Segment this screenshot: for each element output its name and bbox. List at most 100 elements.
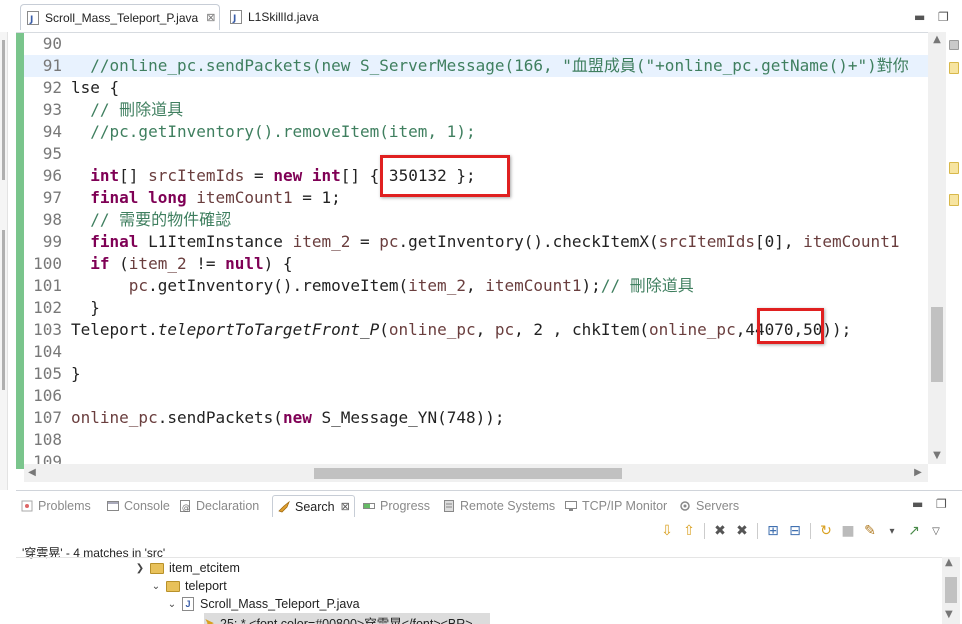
- editor-tab-bar: J Scroll_Mass_Teleport_P.java ⊠ J L1Skil…: [0, 0, 962, 32]
- scroll-down-arrow-icon[interactable]: ▼: [945, 609, 953, 620]
- annotation-box-chkitem-id: [757, 308, 824, 344]
- cancel-search-icon[interactable]: ■: [837, 521, 859, 541]
- tab-problems[interactable]: Problems: [20, 495, 91, 517]
- tab-search[interactable]: Search ⊠: [272, 495, 355, 517]
- overview-ruler: [946, 32, 962, 464]
- editor-tab-l1skillid[interactable]: J L1SkillId.java: [224, 4, 344, 30]
- chevron-down-icon[interactable]: ⌄: [166, 599, 178, 610]
- left-trim-marker: [2, 230, 5, 390]
- editor-tab-label: L1SkillId.java: [248, 10, 319, 24]
- editor-tab-label: Scroll_Mass_Teleport_P.java: [45, 10, 199, 25]
- scroll-right-arrow-icon[interactable]: ▶: [912, 467, 924, 478]
- svg-text:J: J: [232, 14, 236, 24]
- tree-item-java-file[interactable]: ⌄ J Scroll_Mass_Teleport_P.java: [166, 595, 360, 613]
- annotation-box-item-id: [380, 155, 510, 197]
- code-editor[interactable]: 90 91 //online_pc.sendPackets(new S_Serv…: [16, 32, 946, 469]
- chevron-right-icon[interactable]: ❯: [134, 563, 146, 574]
- folder-icon: [166, 580, 180, 592]
- collapse-all-icon[interactable]: ⊟: [784, 521, 806, 541]
- left-trim-marker: [2, 40, 5, 180]
- remove-all-matches-icon[interactable]: ✖: [731, 521, 753, 541]
- overview-marker[interactable]: [949, 194, 959, 206]
- java-file-icon: J: [27, 10, 39, 25]
- code-text-area[interactable]: 90 91 //online_pc.sendPackets(new S_Serv…: [24, 33, 930, 469]
- scroll-down-arrow-icon[interactable]: ▼: [931, 450, 943, 462]
- overview-marker[interactable]: [949, 62, 959, 74]
- svg-text:J: J: [29, 15, 33, 25]
- code-line: 98 // 需要的物件確認: [42, 210, 232, 229]
- bottom-views-panel: Problems Console @ Declaration Search ⊠ …: [16, 490, 962, 624]
- view-tab-bar: Problems Console @ Declaration Search ⊠ …: [16, 491, 962, 519]
- tree-item-match[interactable]: ➤ 25: * <font color=#00800>穿雲晃</font><BR…: [204, 613, 490, 624]
- toolbar-separator: [810, 523, 811, 539]
- code-line: 100 if (item_2 != null) {: [33, 254, 293, 273]
- overview-marker[interactable]: [949, 40, 959, 50]
- pin-view-icon[interactable]: ↗: [903, 521, 925, 541]
- tab-console[interactable]: Console: [106, 495, 170, 517]
- tab-remote-systems[interactable]: Remote Systems: [442, 495, 555, 517]
- code-line: 92 lse {: [42, 78, 120, 97]
- tcpip-monitor-icon: [564, 499, 578, 513]
- left-trim-strip: [0, 0, 8, 490]
- progress-icon: [362, 499, 376, 513]
- editor-tab-scroll-mass-teleport[interactable]: J Scroll_Mass_Teleport_P.java ⊠: [20, 4, 220, 30]
- declaration-icon: @: [178, 499, 192, 513]
- folder-icon: [150, 562, 164, 574]
- run-search-again-icon[interactable]: ↻: [815, 521, 837, 541]
- console-icon: [106, 499, 120, 513]
- code-line: 94 //pc.getInventory().removeItem(item, …: [42, 122, 476, 141]
- search-results-tree[interactable]: ❯ item_etcitem ⌄ teleport ⌄ J Scroll_Mas…: [16, 557, 942, 624]
- tab-declaration[interactable]: @ Declaration: [178, 495, 259, 517]
- tab-servers[interactable]: Servers: [678, 495, 739, 517]
- code-line: 99 final L1ItemInstance item_2 = pc.getI…: [42, 232, 900, 251]
- scroll-up-arrow-icon[interactable]: ▲: [945, 557, 953, 568]
- scrollbar-thumb[interactable]: [314, 468, 622, 479]
- quick-diff-ruler: [16, 33, 24, 469]
- toolbar-separator: [757, 523, 758, 539]
- search-history-icon[interactable]: ✎: [859, 521, 881, 541]
- chevron-down-icon[interactable]: ⌄: [150, 581, 162, 592]
- code-line: 104: [33, 342, 62, 361]
- overview-marker[interactable]: [949, 162, 959, 174]
- scrollbar-thumb[interactable]: [931, 307, 943, 382]
- code-line: 101 pc.getInventory().removeItem(item_2,…: [33, 276, 694, 295]
- servers-icon: [678, 499, 692, 513]
- toolbar-separator: [704, 523, 705, 539]
- maximize-editor-icon[interactable]: ❐: [938, 10, 949, 24]
- panel-vertical-scrollbar[interactable]: ▲ ▼: [942, 557, 960, 624]
- tab-progress[interactable]: Progress: [362, 495, 430, 517]
- expand-all-icon[interactable]: ⊞: [762, 521, 784, 541]
- code-line-current: 91 //online_pc.sendPackets(new S_ServerM…: [24, 55, 930, 77]
- java-file-icon: J: [230, 10, 242, 24]
- scrollbar-thumb[interactable]: [945, 577, 957, 603]
- close-tab-icon[interactable]: ⊠: [341, 500, 350, 513]
- code-line: 105}: [33, 364, 81, 383]
- minimize-editor-icon[interactable]: ▬: [914, 10, 925, 24]
- remove-match-icon[interactable]: ✖: [709, 521, 731, 541]
- tree-item-folder[interactable]: ❯ item_etcitem: [134, 559, 240, 577]
- history-dropdown-icon[interactable]: ▾: [881, 521, 903, 541]
- view-menu-icon[interactable]: ▽: [925, 521, 947, 541]
- code-line: 107 online_pc.sendPackets(new S_Message_Y…: [33, 408, 505, 427]
- svg-text:@: @: [182, 503, 190, 512]
- code-line: 93 // 刪除道具: [42, 100, 184, 119]
- minimize-panel-icon[interactable]: ▬: [912, 497, 923, 511]
- remote-systems-icon: [442, 499, 456, 513]
- code-line: 90: [42, 34, 62, 53]
- maximize-panel-icon[interactable]: ❐: [936, 497, 947, 511]
- code-line: 108: [33, 430, 62, 449]
- search-toolbar: ⇩ ⇧ ✖ ✖ ⊞ ⊟ ↻ ■ ✎ ▾ ↗ ▽: [656, 521, 947, 541]
- editor-horizontal-scrollbar[interactable]: ◀ ▶: [24, 464, 928, 482]
- next-match-icon[interactable]: ⇩: [656, 521, 678, 541]
- previous-match-icon[interactable]: ⇧: [678, 521, 700, 541]
- editor-vertical-scrollbar[interactable]: ▲ ▼: [928, 32, 946, 464]
- tree-item-folder[interactable]: ⌄ teleport: [150, 577, 227, 595]
- close-tab-icon[interactable]: ⊠: [206, 11, 215, 24]
- scroll-up-arrow-icon[interactable]: ▲: [931, 34, 943, 46]
- tab-tcpip-monitor[interactable]: TCP/IP Monitor: [564, 495, 667, 517]
- search-icon: [277, 500, 291, 514]
- code-line: 106: [33, 386, 62, 405]
- scroll-left-arrow-icon[interactable]: ◀: [26, 467, 38, 478]
- match-arrow-icon: ➤: [204, 615, 215, 624]
- java-file-icon: J: [182, 597, 194, 611]
